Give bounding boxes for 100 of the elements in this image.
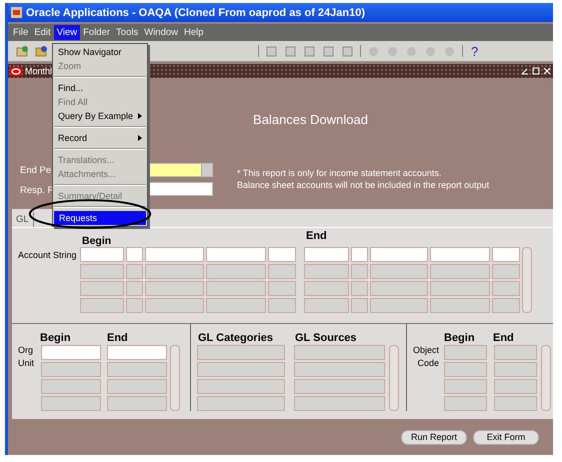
input-field[interactable] — [145, 298, 204, 313]
input-field[interactable] — [444, 379, 487, 394]
input-field[interactable] — [370, 298, 428, 313]
oracle-icon — [10, 66, 22, 76]
menu-item[interactable]: View — [54, 25, 80, 40]
input-field[interactable] — [206, 298, 266, 313]
input-field[interactable] — [107, 362, 167, 377]
column-header: GL Sources — [295, 332, 357, 344]
input-field[interactable] — [294, 362, 385, 377]
input-field[interactable] — [351, 264, 368, 279]
maximize-icon[interactable] — [532, 67, 540, 75]
form-button[interactable]: Exit Form — [473, 430, 539, 444]
input-field[interactable] — [268, 298, 296, 313]
toolbar-icon[interactable] — [341, 44, 354, 58]
input-field[interactable] — [294, 379, 385, 394]
input-field[interactable] — [268, 281, 296, 296]
input-field[interactable] — [107, 379, 167, 394]
menu-item[interactable]: Show Navigator — [53, 45, 147, 59]
column-header: Begin — [82, 235, 112, 247]
input-field[interactable] — [126, 298, 143, 313]
scrollbar[interactable] — [522, 247, 532, 313]
field-label: Org Unit — [18, 344, 34, 370]
menu-item[interactable]: Query By Example — [53, 109, 147, 123]
input-field[interactable] — [80, 264, 124, 279]
input-field[interactable] — [41, 379, 101, 394]
column-header: End — [306, 230, 327, 242]
input-field[interactable] — [494, 396, 537, 411]
input-field[interactable] — [304, 247, 349, 262]
input-field[interactable] — [206, 247, 266, 262]
input-field[interactable] — [41, 362, 101, 377]
input-field[interactable] — [41, 396, 101, 411]
input-field[interactable] — [304, 298, 349, 313]
menu-item[interactable]: Help — [181, 25, 207, 40]
form-button[interactable]: Run Report — [401, 430, 467, 444]
scrollbar[interactable] — [170, 345, 180, 411]
input-field[interactable] — [430, 298, 490, 313]
input-field[interactable] — [294, 396, 385, 411]
input-field[interactable] — [304, 264, 349, 279]
menu-item[interactable]: Edit — [31, 25, 54, 40]
input-field[interactable] — [206, 281, 266, 296]
input-field[interactable] — [197, 345, 285, 360]
help-button[interactable]: ? — [471, 44, 478, 58]
input-field[interactable] — [370, 264, 428, 279]
input-field[interactable] — [351, 281, 368, 296]
input-field[interactable] — [126, 281, 143, 296]
menu-item[interactable]: Folder — [80, 25, 114, 40]
input-field[interactable] — [80, 298, 124, 313]
menu-item[interactable]: Find... — [53, 81, 147, 95]
input-field[interactable] — [145, 281, 204, 296]
input-field[interactable] — [126, 247, 143, 262]
input-field[interactable] — [145, 247, 204, 262]
menu-item[interactable]: Window — [141, 25, 182, 40]
input-field[interactable] — [444, 396, 487, 411]
input-field[interactable] — [351, 247, 368, 262]
input-field[interactable] — [494, 345, 537, 360]
column-header: Begin — [444, 332, 475, 344]
input-field[interactable] — [268, 264, 296, 279]
input-field[interactable] — [444, 345, 487, 360]
input-field[interactable] — [80, 247, 124, 262]
input-field[interactable] — [145, 264, 204, 279]
toolbar-icon[interactable] — [265, 44, 278, 58]
input-field[interactable] — [197, 396, 285, 411]
input-field[interactable] — [351, 298, 368, 313]
scrollbar[interactable] — [541, 345, 551, 411]
input-field[interactable] — [80, 281, 124, 296]
input-field[interactable] — [370, 281, 428, 296]
menu-item[interactable]: Record — [53, 131, 147, 145]
input-field[interactable] — [430, 281, 490, 296]
input-field[interactable] — [430, 247, 490, 262]
input-field[interactable] — [197, 379, 285, 394]
input-field[interactable] — [304, 281, 349, 296]
toolbar-icon[interactable] — [303, 44, 316, 58]
input-field[interactable] — [444, 362, 487, 377]
menu-item[interactable]: Requests — [54, 211, 146, 225]
toolbar-icon[interactable] — [16, 44, 29, 58]
close-icon[interactable] — [543, 67, 551, 75]
column-header: End — [493, 332, 514, 344]
input-field[interactable] — [197, 362, 285, 377]
scrollbar[interactable] — [389, 345, 399, 411]
input-field[interactable] — [492, 247, 520, 262]
menu-item[interactable]: File — [10, 25, 32, 40]
input-field[interactable] — [41, 345, 101, 360]
toolbar-icon[interactable] — [284, 44, 297, 58]
input-field[interactable] — [492, 298, 520, 313]
input-field[interactable] — [107, 345, 167, 360]
input-field[interactable] — [206, 264, 266, 279]
input-field[interactable] — [492, 264, 520, 279]
input-field[interactable] — [268, 247, 296, 262]
toolbar-icon[interactable] — [35, 44, 48, 58]
input-field[interactable] — [430, 264, 490, 279]
input-field[interactable] — [492, 281, 520, 296]
input-field[interactable] — [126, 264, 143, 279]
minimize-icon[interactable] — [521, 67, 529, 75]
input-field[interactable] — [294, 345, 385, 360]
input-field[interactable] — [494, 362, 537, 377]
toolbar-icon[interactable] — [322, 44, 335, 58]
input-field[interactable] — [494, 379, 537, 394]
input-field[interactable] — [370, 247, 428, 262]
input-field[interactable] — [107, 396, 167, 411]
menu-item[interactable]: Tools — [113, 25, 142, 40]
